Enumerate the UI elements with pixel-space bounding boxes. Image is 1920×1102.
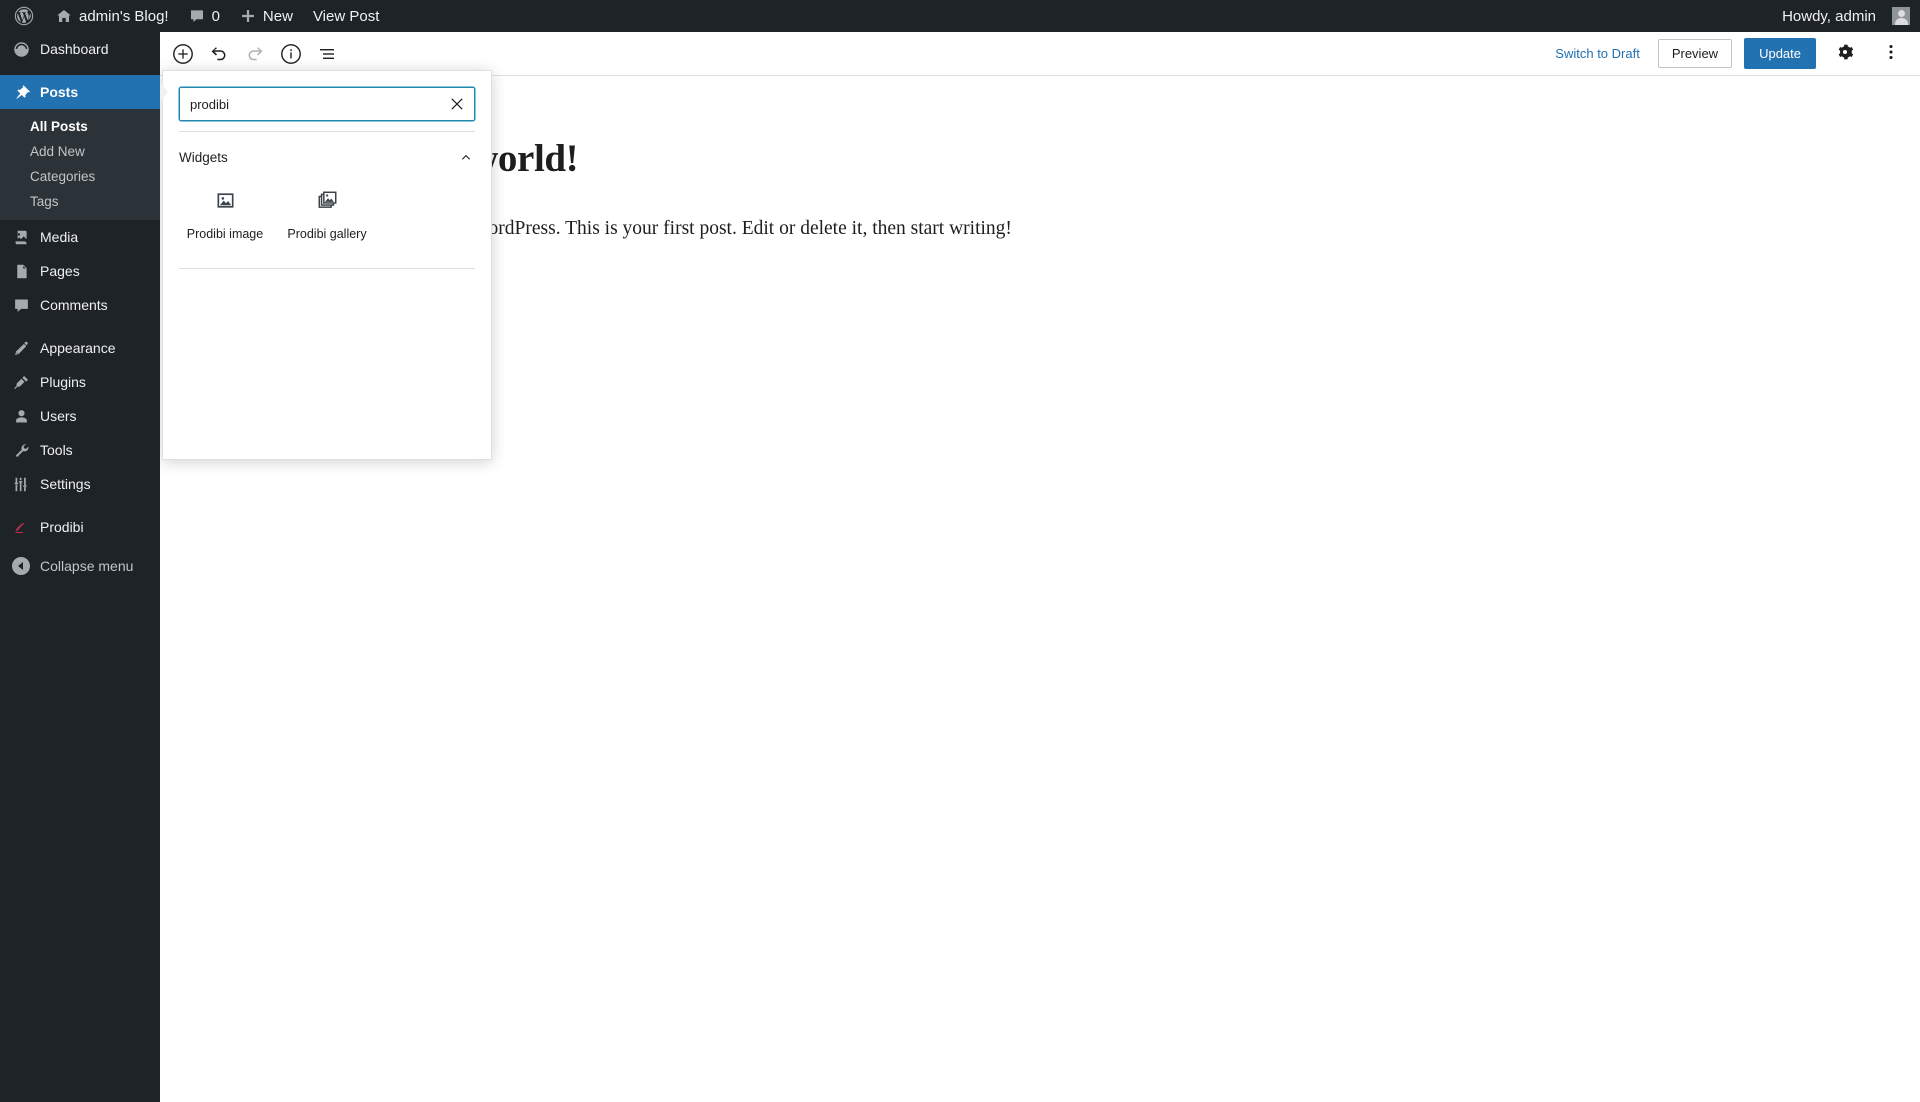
collapse-menu-label: Collapse menu: [40, 558, 134, 574]
more-vertical-icon: [1880, 41, 1902, 66]
comment-bubble-icon: [11, 295, 31, 315]
undo-arrow-icon: [207, 42, 231, 66]
sidebar-item-add-new[interactable]: Add New: [0, 139, 160, 164]
user-avatar-icon: [1892, 7, 1910, 25]
prodibi-logo-icon: [11, 517, 31, 537]
list-view-button[interactable]: [309, 36, 345, 72]
posts-submenu: All Posts Add New Categories Tags: [0, 109, 160, 220]
gear-icon: [1834, 41, 1856, 66]
sidebar-label: Plugins: [40, 374, 86, 390]
adminbar-right-group: Howdy, admin: [1772, 0, 1920, 32]
wrench-icon: [11, 440, 31, 460]
user-icon: [11, 406, 31, 426]
switch-to-draft-button[interactable]: Switch to Draft: [1549, 40, 1646, 67]
block-label: Prodibi image: [186, 227, 264, 241]
sidebar-item-users[interactable]: Users: [0, 399, 160, 433]
media-icon: [11, 227, 31, 247]
sidebar-item-media[interactable]: Media: [0, 220, 160, 254]
results-bottom-divider: [179, 268, 475, 270]
sidebar-label: Pages: [40, 263, 80, 279]
sidebar-item-dashboard[interactable]: Dashboard: [0, 32, 160, 66]
search-input[interactable]: [180, 88, 474, 120]
sidebar-label: Dashboard: [40, 41, 109, 57]
sidebar-item-posts[interactable]: Posts: [0, 75, 168, 109]
block-item-prodibi-gallery[interactable]: Prodibi gallery: [277, 178, 377, 250]
settings-sliders-icon: [11, 474, 31, 494]
search-box[interactable]: [179, 87, 475, 121]
site-name-label: admin's Blog!: [79, 7, 169, 25]
pin-icon: [11, 82, 31, 102]
home-icon: [56, 8, 72, 24]
menu-separator: [0, 66, 160, 75]
menu-separator: [0, 501, 160, 510]
menu-separator: [0, 322, 160, 331]
sidebar-item-settings[interactable]: Settings: [0, 467, 160, 501]
sidebar-item-tags[interactable]: Tags: [0, 189, 160, 214]
sidebar-item-appearance[interactable]: Appearance: [0, 331, 160, 365]
preview-button[interactable]: Preview: [1657, 39, 1733, 68]
comments-menu[interactable]: 0: [179, 0, 230, 32]
view-post-label: View Post: [312, 7, 380, 25]
sidebar-item-categories[interactable]: Categories: [0, 164, 160, 189]
site-name-menu[interactable]: admin's Blog!: [46, 0, 179, 32]
wordpress-logo-icon: [14, 6, 34, 26]
new-content-menu[interactable]: New: [230, 0, 303, 32]
admin-sidebar-menu: Dashboard Posts All Posts Add New Catego…: [0, 32, 168, 1102]
close-x-icon: [450, 97, 464, 114]
block-results-grid: Prodibi image Prodibi gallery: [163, 176, 491, 266]
wp-logo-menu[interactable]: [0, 0, 46, 32]
sidebar-label: Media: [40, 229, 79, 245]
sidebar-label: Settings: [40, 476, 91, 492]
clear-search-button[interactable]: [444, 92, 470, 118]
editor-header-actions: Switch to Draft Preview Update: [1549, 37, 1908, 71]
sidebar-label: Posts: [40, 84, 79, 100]
settings-button[interactable]: [1828, 37, 1862, 71]
appearance-brush-icon: [11, 338, 31, 358]
comment-count: 0: [211, 7, 220, 25]
plus-icon: [240, 8, 256, 24]
category-header-widgets[interactable]: Widgets: [163, 132, 491, 176]
gallery-stack-icon: [317, 188, 338, 212]
undo-button[interactable]: [201, 36, 237, 72]
category-label: Widgets: [179, 149, 228, 165]
plugin-plug-icon: [11, 372, 31, 392]
info-circle-icon: [279, 42, 303, 66]
sidebar-item-all-posts[interactable]: All Posts: [0, 114, 160, 139]
comment-bubble-icon: [189, 8, 205, 24]
collapse-menu-button[interactable]: Collapse menu: [0, 549, 160, 583]
sidebar-label: Users: [40, 408, 77, 424]
sidebar-item-prodibi[interactable]: Prodibi: [0, 510, 160, 544]
block-editor: Switch to Draft Preview Update Hello wor…: [160, 32, 1920, 1102]
inserter-search-area: [163, 71, 491, 131]
view-post-link[interactable]: View Post: [303, 0, 389, 32]
redo-arrow-icon: [243, 42, 267, 66]
block-inserter-panel: Widgets Prodibi image: [162, 70, 492, 460]
block-label: Prodibi gallery: [287, 227, 367, 241]
sidebar-label: Comments: [40, 297, 108, 313]
sidebar-label: Prodibi: [40, 519, 84, 535]
collapse-arrow-icon: [11, 556, 31, 576]
plus-circle-icon: [171, 42, 195, 66]
sidebar-item-comments[interactable]: Comments: [0, 288, 160, 322]
list-view-icon: [315, 42, 339, 66]
sidebar-label: Tools: [40, 442, 73, 458]
redo-button[interactable]: [237, 36, 273, 72]
update-button[interactable]: Update: [1744, 38, 1816, 69]
block-item-prodibi-image[interactable]: Prodibi image: [175, 178, 275, 250]
image-icon: [215, 188, 236, 212]
add-block-button[interactable]: [165, 36, 201, 72]
howdy-label: Howdy, admin: [1782, 7, 1876, 25]
pages-icon: [11, 261, 31, 281]
more-options-button[interactable]: [1874, 37, 1908, 71]
new-label: New: [262, 7, 293, 25]
chevron-up-icon[interactable]: [457, 148, 475, 166]
post-details-button[interactable]: [273, 36, 309, 72]
sidebar-item-pages[interactable]: Pages: [0, 254, 160, 288]
sidebar-label: Appearance: [40, 340, 116, 356]
wp-admin-bar: admin's Blog! 0 New View Post Howdy, adm…: [0, 0, 1920, 32]
my-account-menu[interactable]: Howdy, admin: [1772, 0, 1920, 32]
sidebar-item-plugins[interactable]: Plugins: [0, 365, 160, 399]
sidebar-item-tools[interactable]: Tools: [0, 433, 160, 467]
dashboard-icon: [11, 39, 31, 59]
